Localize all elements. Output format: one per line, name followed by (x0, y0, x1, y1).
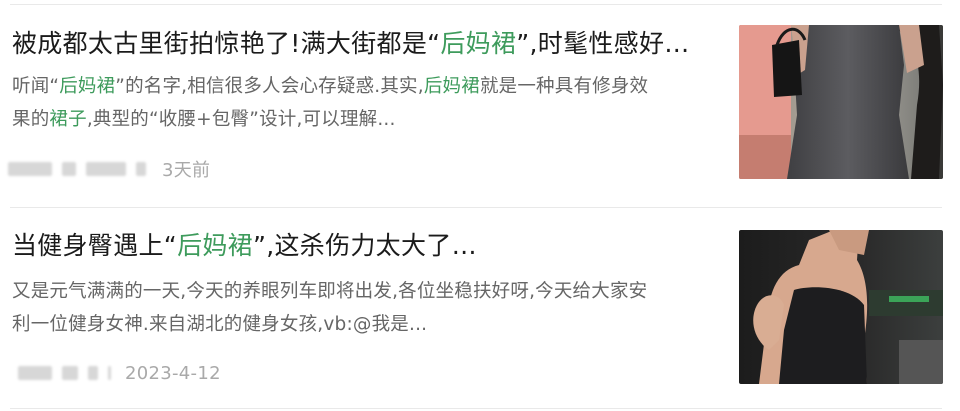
article-card-2[interactable]: 当健身臀遇上“后妈裙”,这杀伤力太大了… 又是元气满满的一天,今天的养眼列车即将… (0, 207, 960, 411)
summary-line: 听闻“后妈裙”的名字,相信很多人会心存疑惑.其实,后妈裙就是一种具有修身效 (12, 70, 712, 103)
article-meta: 3天前 (8, 157, 210, 181)
blurred-source (136, 162, 146, 176)
summary-keyword: 后妈裙 (423, 76, 480, 97)
news-feed: 被成都太古里街拍惊艳了!满大街都是“后妈裙”,时髦性感好… 听闻“后妈裙”的名字… (0, 0, 960, 411)
title-keyword: 后妈裙 (177, 231, 253, 260)
article-thumbnail[interactable] (739, 230, 943, 384)
photo-thumbnail-icon (739, 25, 943, 179)
title-text: ”,时髦性感好… (516, 29, 690, 58)
summary-line: 又是元气满满的一天,今天的养眼列车即将出发,各位坐稳扶好呀,今天给大家安 (12, 281, 648, 302)
article-title[interactable]: 被成都太古里街拍惊艳了!满大街都是“后妈裙”,时髦性感好… (12, 28, 717, 60)
article-meta: 2023-4-12 (8, 361, 221, 385)
article-summary: 又是元气满满的一天,今天的养眼列车即将出发,各位坐稳扶好呀,今天给大家安 利一位… (12, 275, 712, 341)
title-text: ”,这杀伤力太大了… (252, 231, 477, 260)
publish-date: 3天前 (162, 160, 211, 181)
summary-text: 就是一种具有修身效 (479, 76, 649, 97)
blurred-source (62, 366, 78, 380)
summary-text: 果的 (12, 109, 50, 130)
article-title[interactable]: 当健身臀遇上“后妈裙”,这杀伤力太大了… (12, 230, 717, 262)
blurred-source (86, 162, 126, 176)
photo-thumbnail-icon (739, 230, 943, 384)
article-card-1[interactable]: 被成都太古里街拍惊艳了!满大街都是“后妈裙”,时髦性感好… 听闻“后妈裙”的名字… (0, 0, 960, 205)
title-keyword: 后妈裙 (440, 29, 517, 58)
article-thumbnail[interactable] (739, 25, 943, 179)
article-summary: 听闻“后妈裙”的名字,相信很多人会心存疑惑.其实,后妈裙就是一种具有修身效 果的… (12, 70, 712, 136)
title-text: 当健身臀遇上“ (12, 231, 178, 260)
summary-keyword: 后妈裙 (59, 76, 116, 97)
summary-text: ”的名字,相信很多人会心存疑惑.其实, (115, 76, 424, 97)
summary-line: 利一位健身女神.来自湖北的健身女孩,vb:@我是... (12, 314, 428, 335)
summary-line: 果的裙子,典型的“收腰+包臀”设计,可以理解... (12, 103, 712, 136)
blurred-source (88, 366, 98, 380)
blurred-source (18, 366, 52, 380)
divider (10, 408, 942, 409)
blurred-source (8, 162, 52, 176)
blurred-source (108, 366, 111, 380)
publish-date: 2023-4-12 (125, 362, 221, 384)
blurred-source (62, 162, 76, 176)
title-text: 被成都太古里街拍惊艳了!满大街都是“ (12, 29, 441, 58)
summary-text: ,典型的“收腰+包臀”设计,可以理解... (86, 109, 396, 130)
summary-keyword: 裙子 (49, 109, 87, 130)
summary-text: 听闻“ (12, 76, 60, 97)
